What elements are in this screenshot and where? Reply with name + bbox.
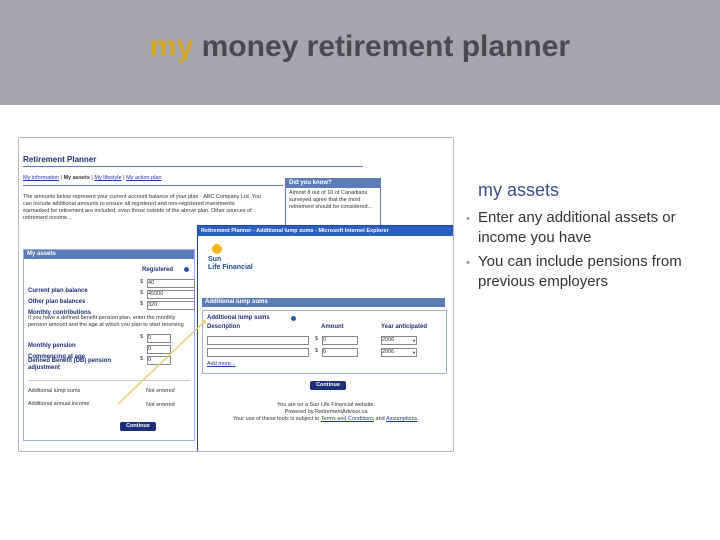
assets-heading: my assets <box>478 180 560 200</box>
bullet-dot-icon: • <box>466 213 470 225</box>
bullet-item: • Enter any additional assets or income … <box>466 208 706 248</box>
bullet-text: You can include pensions from previous e… <box>478 253 682 290</box>
arrow-line <box>117 321 205 405</box>
arrow-head <box>202 320 206 324</box>
bullet-dot-icon: • <box>466 257 470 269</box>
bullet-item: • You can include pensions from previous… <box>466 252 706 292</box>
bullet-text: Enter any additional assets or income yo… <box>478 209 676 246</box>
